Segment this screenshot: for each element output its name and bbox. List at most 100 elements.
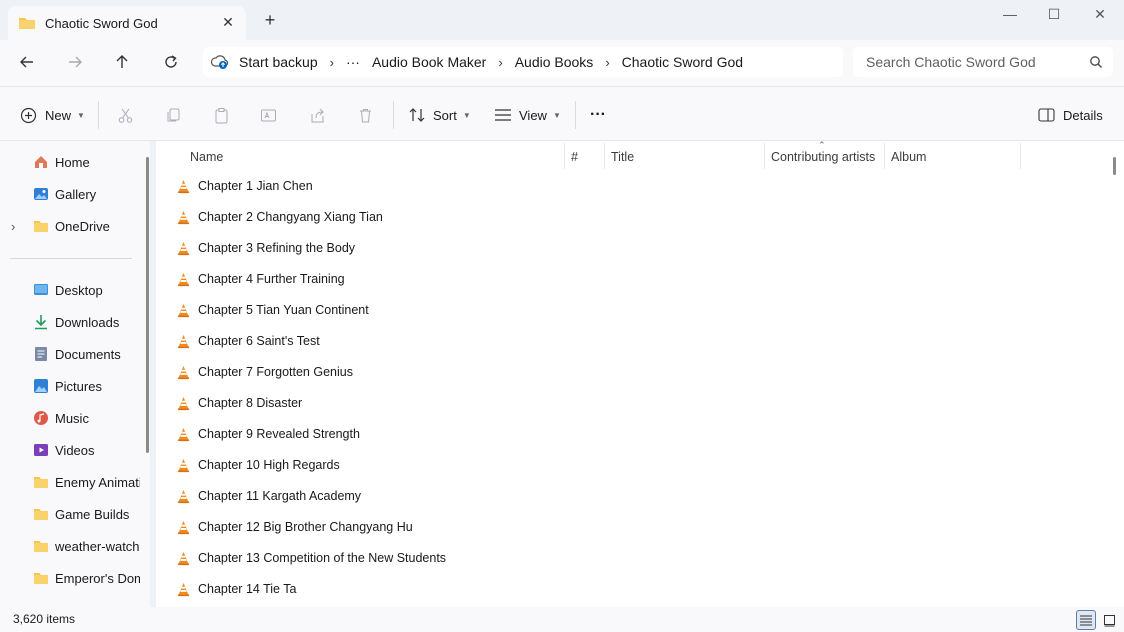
folder-icon — [34, 509, 48, 520]
breadcrumb[interactable]: Start backup › ··· Audio Book Maker › Au… — [203, 47, 843, 77]
sidebar-item-documents[interactable]: Documents 📌 — [33, 340, 150, 368]
search-placeholder: Search Chaotic Sword God — [866, 54, 1036, 70]
folder-icon — [19, 18, 35, 29]
sidebar-item-label: Pictures — [55, 378, 102, 394]
column-divider[interactable] — [564, 143, 565, 169]
home-icon — [35, 156, 47, 168]
table-row[interactable]: Chapter 13 Competition of the New Studen… — [176, 544, 1076, 572]
chevron-right-icon: › — [329, 54, 334, 70]
tiles-view-button[interactable] — [1099, 610, 1119, 630]
search-icon — [1090, 56, 1102, 68]
desktop-icon — [34, 284, 48, 295]
close-tab-icon[interactable]: ✕ — [220, 14, 236, 30]
forward-button[interactable] — [61, 50, 89, 74]
table-row[interactable]: Chapter 7 Forgotten Genius — [176, 358, 1076, 386]
sidebar-item-pictures[interactable]: Pictures 📌 — [33, 372, 150, 400]
table-row[interactable]: Chapter 8 Disaster — [176, 389, 1076, 417]
sidebar-item-label: Desktop — [55, 282, 103, 298]
table-row[interactable]: Chapter 2 Changyang Xiang Tian — [176, 203, 1076, 231]
breadcrumb-audio-books[interactable]: Audio Books — [509, 54, 600, 70]
minimize-button[interactable]: — — [987, 4, 1033, 24]
sidebar-item-game-builds[interactable]: Game Builds — [33, 500, 140, 528]
share-icon[interactable] — [307, 105, 327, 125]
rename-icon[interactable] — [258, 105, 278, 125]
tiles-view-icon — [1103, 614, 1115, 626]
gallery-icon — [34, 188, 48, 200]
table-row[interactable]: Chapter 3 Refining the Body — [176, 234, 1076, 262]
table-row[interactable]: Chapter 10 High Regards — [176, 451, 1076, 479]
view-button[interactable]: View ▼ — [494, 104, 561, 126]
refresh-button[interactable] — [157, 50, 185, 74]
search-input[interactable]: Search Chaotic Sword God — [853, 47, 1113, 77]
sidebar-item-emperors-domi[interactable]: Emperor's Domi — [33, 564, 140, 592]
start-backup-link[interactable]: Start backup — [233, 54, 324, 70]
file-name: Chapter 5 Tian Yuan Continent — [198, 303, 369, 317]
sidebar-item-home[interactable]: Home — [33, 148, 150, 176]
column-divider[interactable] — [764, 143, 765, 169]
copy-icon[interactable] — [163, 105, 183, 125]
vlc-file-icon — [177, 334, 190, 348]
file-name: Chapter 3 Refining the Body — [198, 241, 356, 255]
details-view-button[interactable] — [1076, 610, 1096, 630]
sidebar-item-label: Enemy Animatic — [55, 474, 140, 490]
column-divider[interactable] — [1020, 143, 1021, 169]
breadcrumb-audio-book-maker[interactable]: Audio Book Maker — [366, 54, 492, 70]
delete-icon[interactable] — [355, 105, 375, 125]
sidebar-item-weather-watch[interactable]: weather-watch — [33, 532, 140, 560]
table-row[interactable]: Chapter 6 Saint's Test — [176, 327, 1076, 355]
file-list-scrollbar[interactable] — [1113, 157, 1116, 175]
sidebar-item-gallery[interactable]: Gallery — [33, 180, 150, 208]
paste-icon[interactable] — [211, 105, 231, 125]
sidebar-item-label: Downloads — [55, 314, 120, 330]
vlc-file-icon — [177, 365, 190, 379]
sidebar-item-desktop[interactable]: Desktop 📌 — [33, 276, 150, 304]
vlc-file-icon — [177, 210, 190, 224]
up-button[interactable] — [108, 50, 136, 74]
breadcrumb-overflow[interactable]: ··· — [340, 54, 366, 70]
column-header-album[interactable]: Album — [891, 145, 926, 169]
table-row[interactable]: Chapter 1 Jian Chen — [176, 172, 1076, 200]
sort-button[interactable]: Sort ▼ — [408, 104, 471, 126]
chevron-right-icon: › — [498, 54, 503, 70]
new-tab-button[interactable]: + — [262, 11, 278, 29]
sidebar-item-downloads[interactable]: Downloads 📌 — [33, 308, 150, 336]
sidebar-item-videos[interactable]: Videos 📌 — [33, 436, 150, 464]
more-options-button[interactable]: ··· — [590, 104, 606, 126]
vlc-file-icon — [177, 396, 190, 410]
folder-icon — [34, 221, 48, 232]
cut-icon[interactable] — [115, 105, 135, 125]
sidebar-item-music[interactable]: Music 📌 — [33, 404, 150, 432]
breadcrumb-chaotic-sword-god[interactable]: Chaotic Sword God — [616, 54, 749, 70]
new-button[interactable]: New ▼ — [20, 104, 85, 126]
item-count: 3,620 items — [13, 612, 76, 626]
table-row[interactable]: Chapter 5 Tian Yuan Continent — [176, 296, 1076, 324]
table-row[interactable]: Chapter 9 Revealed Strength — [176, 420, 1076, 448]
table-row[interactable]: Chapter 11 Kargath Academy — [176, 482, 1076, 510]
column-header-name[interactable]: Name — [190, 145, 223, 169]
tab-active[interactable]: Chaotic Sword God ✕ — [8, 6, 246, 40]
column-divider[interactable] — [884, 143, 885, 169]
tab-title: Chaotic Sword God — [45, 15, 158, 31]
file-name: Chapter 2 Changyang Xiang Tian — [198, 210, 383, 224]
folder-icon — [34, 573, 48, 584]
sidebar-item-enemy-animatic[interactable]: Enemy Animatic — [33, 468, 140, 496]
maximize-button[interactable]: ☐ — [1031, 4, 1077, 24]
details-label: Details — [1063, 107, 1103, 123]
table-row[interactable]: Chapter 14 Tie Ta — [176, 575, 1076, 603]
details-pane-button[interactable]: Details — [1038, 104, 1103, 126]
back-button[interactable] — [13, 50, 41, 74]
column-header-number[interactable]: # — [571, 145, 578, 169]
column-divider[interactable] — [604, 143, 605, 169]
sidebar-item-label: Emperor's Domi — [55, 570, 140, 586]
table-row[interactable]: Chapter 12 Big Brother Changyang Hu — [176, 513, 1076, 541]
downloads-icon — [35, 315, 47, 330]
column-header-contributing-artists[interactable]: Contributing artists — [771, 145, 875, 169]
details-view-icon — [1080, 615, 1092, 626]
arrow-up-icon — [116, 55, 128, 68]
close-window-button[interactable]: ✕ — [1077, 4, 1123, 24]
sidebar-item-label: Gallery — [55, 186, 97, 202]
sidebar-scrollbar[interactable] — [146, 157, 149, 453]
column-header-title[interactable]: Title — [611, 145, 634, 169]
sidebar-item-onedrive[interactable]: › OneDrive — [11, 212, 150, 240]
table-row[interactable]: Chapter 4 Further Training — [176, 265, 1076, 293]
